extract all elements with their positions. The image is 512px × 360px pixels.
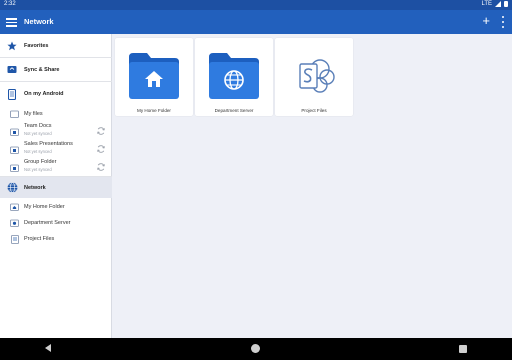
sidebar-item-label: My Home Folder — [24, 204, 65, 210]
sidebar-item-department-server[interactable]: Department Server — [0, 216, 112, 230]
status-icons: LTE — [481, 1, 508, 7]
sync-status: Not yet synced — [24, 167, 52, 172]
battery-icon — [504, 1, 508, 7]
document-icon — [10, 234, 19, 244]
folder-name: Team Docs — [24, 123, 52, 129]
synced-folder-icon — [10, 127, 19, 136]
card-label: Department Server — [214, 108, 254, 113]
sync-status: Not yet synced — [24, 131, 52, 136]
network-type: LTE — [481, 1, 492, 7]
card-label: My Home Folder — [137, 108, 171, 113]
sidebar-item-project-files[interactable]: Project Files — [0, 232, 112, 246]
sidebar-item-label: On my Android — [24, 91, 64, 97]
sidebar-item-my-home-folder[interactable]: My Home Folder — [0, 200, 112, 214]
status-bar: 2:32 LTE — [0, 0, 512, 10]
status-time: 2:32 — [4, 1, 16, 7]
sidebar-item-label: Favorites — [24, 42, 49, 49]
folder-name: Sales Presentations — [24, 141, 73, 147]
sharepoint-icon — [299, 59, 335, 93]
main-content: My Home Folder Department Server Project… — [113, 34, 512, 338]
sidebar-item-sales-presentations[interactable]: Sales Presentations Not yet synced — [0, 140, 112, 158]
sidebar-item-team-docs[interactable]: Team Docs Not yet synced — [0, 122, 112, 140]
sync-icon[interactable] — [96, 162, 106, 172]
sync-share-icon — [6, 64, 18, 76]
synced-folder-icon — [10, 163, 19, 172]
sync-icon[interactable] — [96, 144, 106, 154]
sidebar-item-on-my-android[interactable]: On my Android — [0, 82, 112, 106]
sidebar-item-my-files[interactable]: My files — [0, 108, 112, 120]
home-folder-icon — [129, 53, 179, 99]
synced-folder-icon — [10, 145, 19, 154]
app-bar: Network + — [0, 10, 512, 34]
card-label: Project Files — [301, 108, 327, 113]
folder-card-my-home-folder[interactable]: My Home Folder — [115, 38, 193, 116]
tablet-icon — [6, 88, 18, 100]
folder-card-department-server[interactable]: Department Server — [195, 38, 273, 116]
sidebar-item-label: Network — [24, 184, 46, 191]
sync-status: Not yet synced — [24, 149, 52, 154]
page-title: Network — [24, 17, 54, 26]
signal-icon — [495, 1, 501, 7]
server-folder-icon — [10, 219, 19, 228]
folder-card-project-files[interactable]: Project Files — [275, 38, 353, 116]
folder-outline-icon — [10, 110, 19, 119]
globe-folder-icon — [209, 53, 259, 99]
star-icon — [6, 40, 18, 52]
sidebar-item-label: Project Files — [24, 236, 55, 242]
more-options-icon[interactable] — [501, 16, 505, 28]
sidebar-item-label: Department Server — [24, 220, 71, 226]
back-icon[interactable] — [45, 344, 51, 352]
sync-icon[interactable] — [96, 126, 106, 136]
menu-icon[interactable] — [6, 16, 17, 28]
recents-icon[interactable] — [459, 345, 467, 353]
sidebar-item-network[interactable]: Network — [0, 176, 112, 198]
sidebar-item-label: Sync & Share — [24, 66, 60, 73]
home-icon[interactable] — [251, 344, 260, 353]
sidebar-item-label: My files — [24, 111, 43, 117]
add-button[interactable]: + — [482, 13, 490, 29]
home-folder-icon — [10, 203, 19, 212]
sidebar-item-group-folder[interactable]: Group Folder Not yet synced — [0, 158, 112, 176]
sidebar-item-sync-share[interactable]: Sync & Share — [0, 58, 112, 82]
sidebar-item-favorites[interactable]: Favorites — [0, 34, 112, 58]
system-navigation-bar — [0, 338, 512, 360]
sidebar: Favorites Sync & Share On my Android My … — [0, 34, 112, 338]
folder-name: Group Folder — [24, 159, 57, 165]
globe-icon — [6, 182, 18, 194]
